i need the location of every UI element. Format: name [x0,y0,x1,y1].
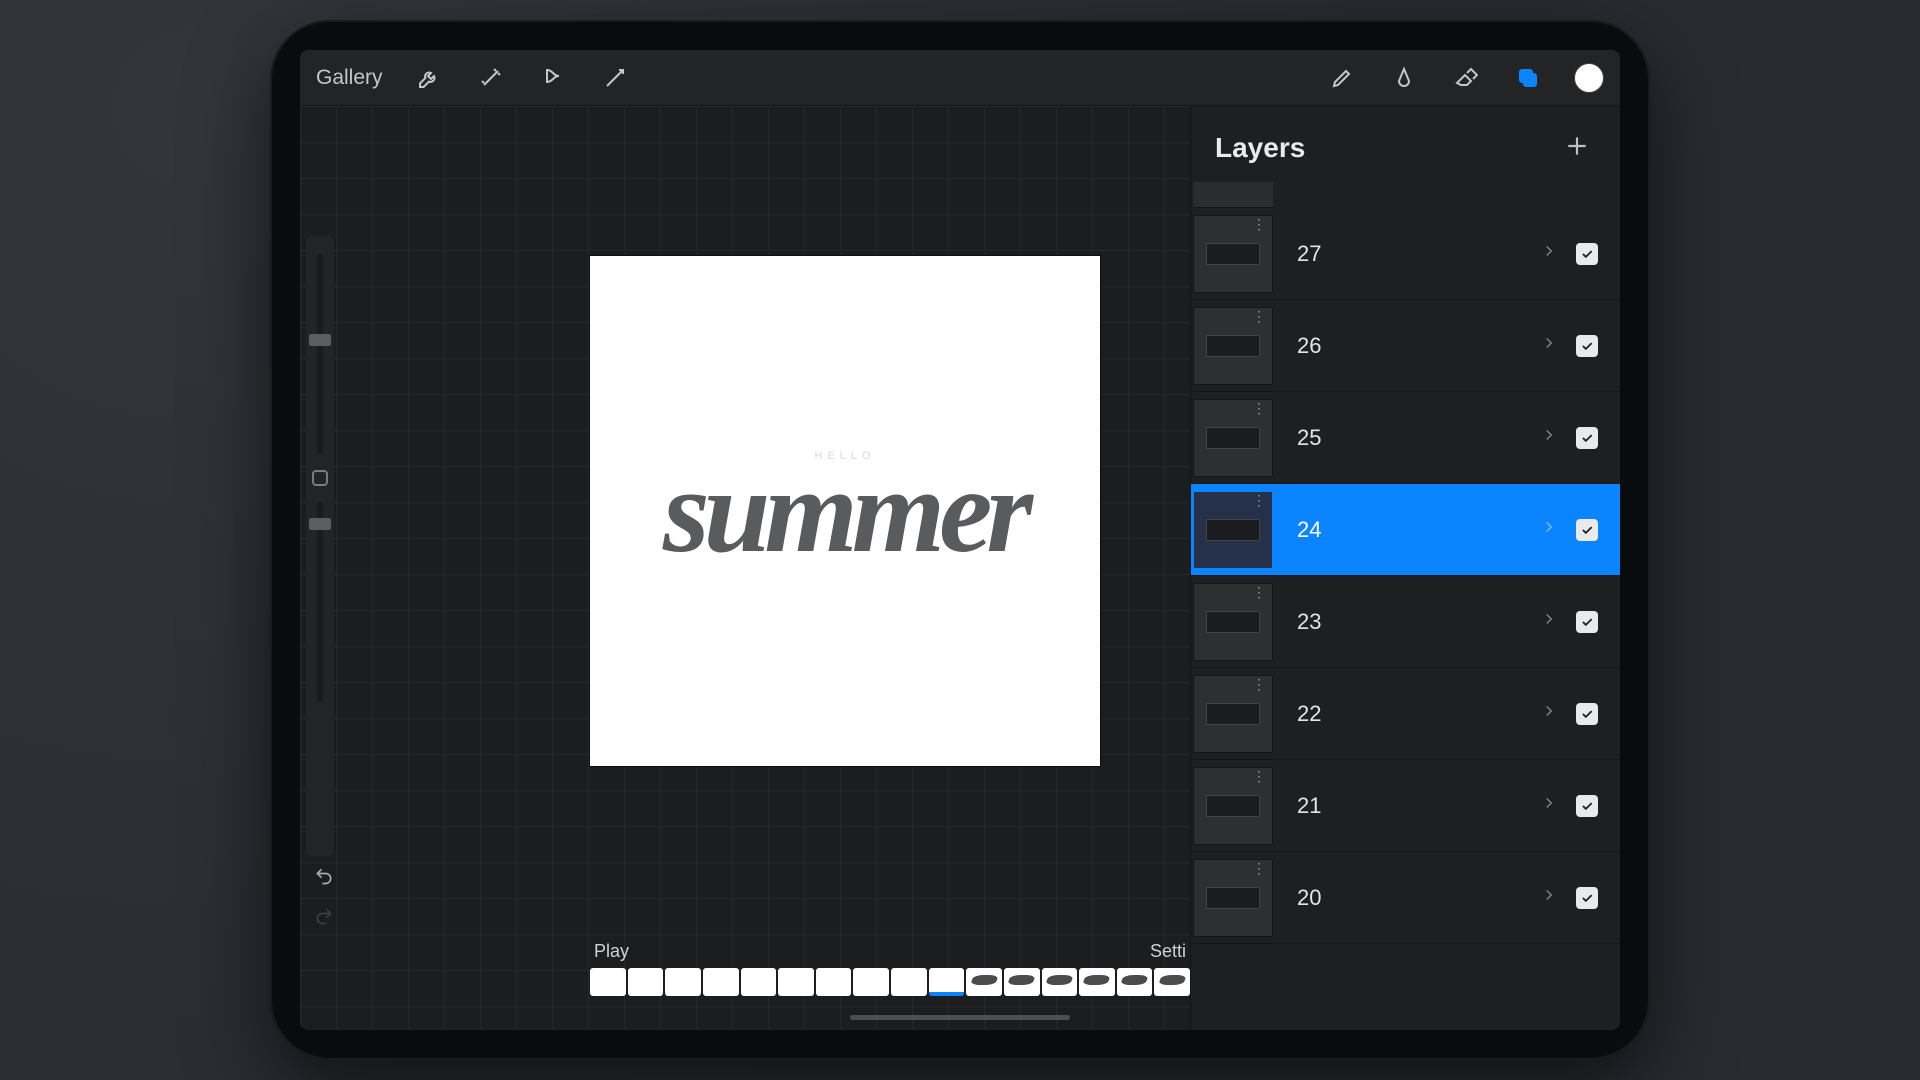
chevron-right-icon[interactable] [1540,334,1558,357]
move-icon[interactable] [599,62,631,94]
visibility-checkbox[interactable] [1576,611,1598,633]
visibility-checkbox[interactable] [1576,703,1598,725]
brush-icon[interactable] [1326,62,1358,94]
animation-timeline: Play Setti [590,941,1190,996]
layer-label: 26 [1279,333,1540,359]
timeline-frame[interactable] [628,968,664,996]
brush-size-thumb[interactable] [309,334,331,346]
timeline-frame[interactable] [966,968,1002,996]
wrench-icon[interactable] [413,62,445,94]
chevron-right-icon[interactable] [1540,242,1558,265]
layer-thumbnail[interactable]: ⋮ [1193,215,1273,293]
layer-thumbnail[interactable]: ⋮ [1193,767,1273,845]
smudge-icon[interactable] [1388,62,1420,94]
timeline-frame[interactable] [1004,968,1040,996]
layer-label: 20 [1279,885,1540,911]
layer-thumbnail[interactable]: ⋮ [1193,583,1273,661]
layer-list: ⋮27⋮26⋮25⋮24⋮23⋮22⋮21⋮20 [1191,208,1620,1030]
layer-thumbnail[interactable]: ⋮ [1193,307,1273,385]
undo-icon[interactable] [314,866,334,891]
top-toolbar: Gallery [300,50,1620,106]
timeline-frame[interactable] [816,968,852,996]
chevron-right-icon[interactable] [1540,794,1558,817]
canvas[interactable]: HELLO summer summer [590,256,1100,766]
timeline-frame[interactable] [929,968,965,996]
layer-label: 23 [1279,609,1540,635]
timeline-frame[interactable] [590,968,626,996]
left-slider-rail [306,236,334,856]
frame-strip[interactable] [590,968,1190,996]
add-layer-icon[interactable] [1564,133,1590,164]
canvas-artwork: summer summer [663,442,1027,580]
play-button[interactable]: Play [594,941,629,962]
layer-row[interactable]: ⋮20 [1191,852,1620,944]
layer-label: 24 [1279,517,1540,543]
opacity-thumb[interactable] [309,518,331,530]
layers-panel: Layers ⋮27⋮26⋮25⋮24⋮23⋮22⋮21⋮20 [1190,106,1620,1030]
timeline-frame[interactable] [703,968,739,996]
visibility-checkbox[interactable] [1576,519,1598,541]
timeline-frame[interactable] [1117,968,1153,996]
gallery-button[interactable]: Gallery [316,66,383,90]
layer-row[interactable]: ⋮21 [1191,760,1620,852]
chevron-right-icon[interactable] [1540,702,1558,725]
layer-row[interactable]: ⋮25 [1191,392,1620,484]
selection-icon[interactable] [537,62,569,94]
layer-thumbnail[interactable]: ⋮ [1193,399,1273,477]
timeline-frame[interactable] [891,968,927,996]
timeline-frame[interactable] [778,968,814,996]
layer-label: 21 [1279,793,1540,819]
eraser-icon[interactable] [1450,62,1482,94]
layer-thumbnail[interactable]: ⋮ [1193,859,1273,937]
visibility-checkbox[interactable] [1576,427,1598,449]
home-indicator [850,1015,1070,1020]
wand-icon[interactable] [475,62,507,94]
visibility-checkbox[interactable] [1576,243,1598,265]
color-picker-swatch[interactable] [1574,63,1604,93]
timeline-frame[interactable] [1079,968,1115,996]
tablet-frame: Gallery [270,20,1650,1060]
timeline-frame[interactable] [1154,968,1190,996]
timeline-frame[interactable] [1042,968,1078,996]
visibility-checkbox[interactable] [1576,887,1598,909]
layer-row[interactable]: ⋮22 [1191,668,1620,760]
chevron-right-icon[interactable] [1540,610,1558,633]
layer-row[interactable]: ⋮24 [1191,484,1620,576]
layer-row[interactable]: ⋮23 [1191,576,1620,668]
layer-label: 22 [1279,701,1540,727]
redo-icon[interactable] [314,906,334,931]
layer-group-stub[interactable] [1193,182,1273,208]
modifier-button[interactable] [312,470,328,486]
chevron-right-icon[interactable] [1540,426,1558,449]
layer-thumbnail[interactable]: ⋮ [1193,675,1273,753]
chevron-right-icon[interactable] [1540,886,1558,909]
timeline-settings-button[interactable]: Setti [1150,941,1186,962]
screen: Gallery [300,50,1620,1030]
layers-panel-title: Layers [1215,132,1305,164]
layer-row[interactable]: ⋮26 [1191,300,1620,392]
visibility-checkbox[interactable] [1576,795,1598,817]
layer-row[interactable]: ⋮27 [1191,208,1620,300]
layer-label: 27 [1279,241,1540,267]
layers-icon[interactable] [1512,62,1544,94]
layer-thumbnail[interactable]: ⋮ [1193,491,1273,569]
timeline-frame[interactable] [665,968,701,996]
visibility-checkbox[interactable] [1576,335,1598,357]
layer-label: 25 [1279,425,1540,451]
timeline-frame[interactable] [853,968,889,996]
timeline-frame[interactable] [741,968,777,996]
brush-size-slider[interactable] [317,254,323,454]
chevron-right-icon[interactable] [1540,518,1558,541]
opacity-slider[interactable] [317,502,323,702]
